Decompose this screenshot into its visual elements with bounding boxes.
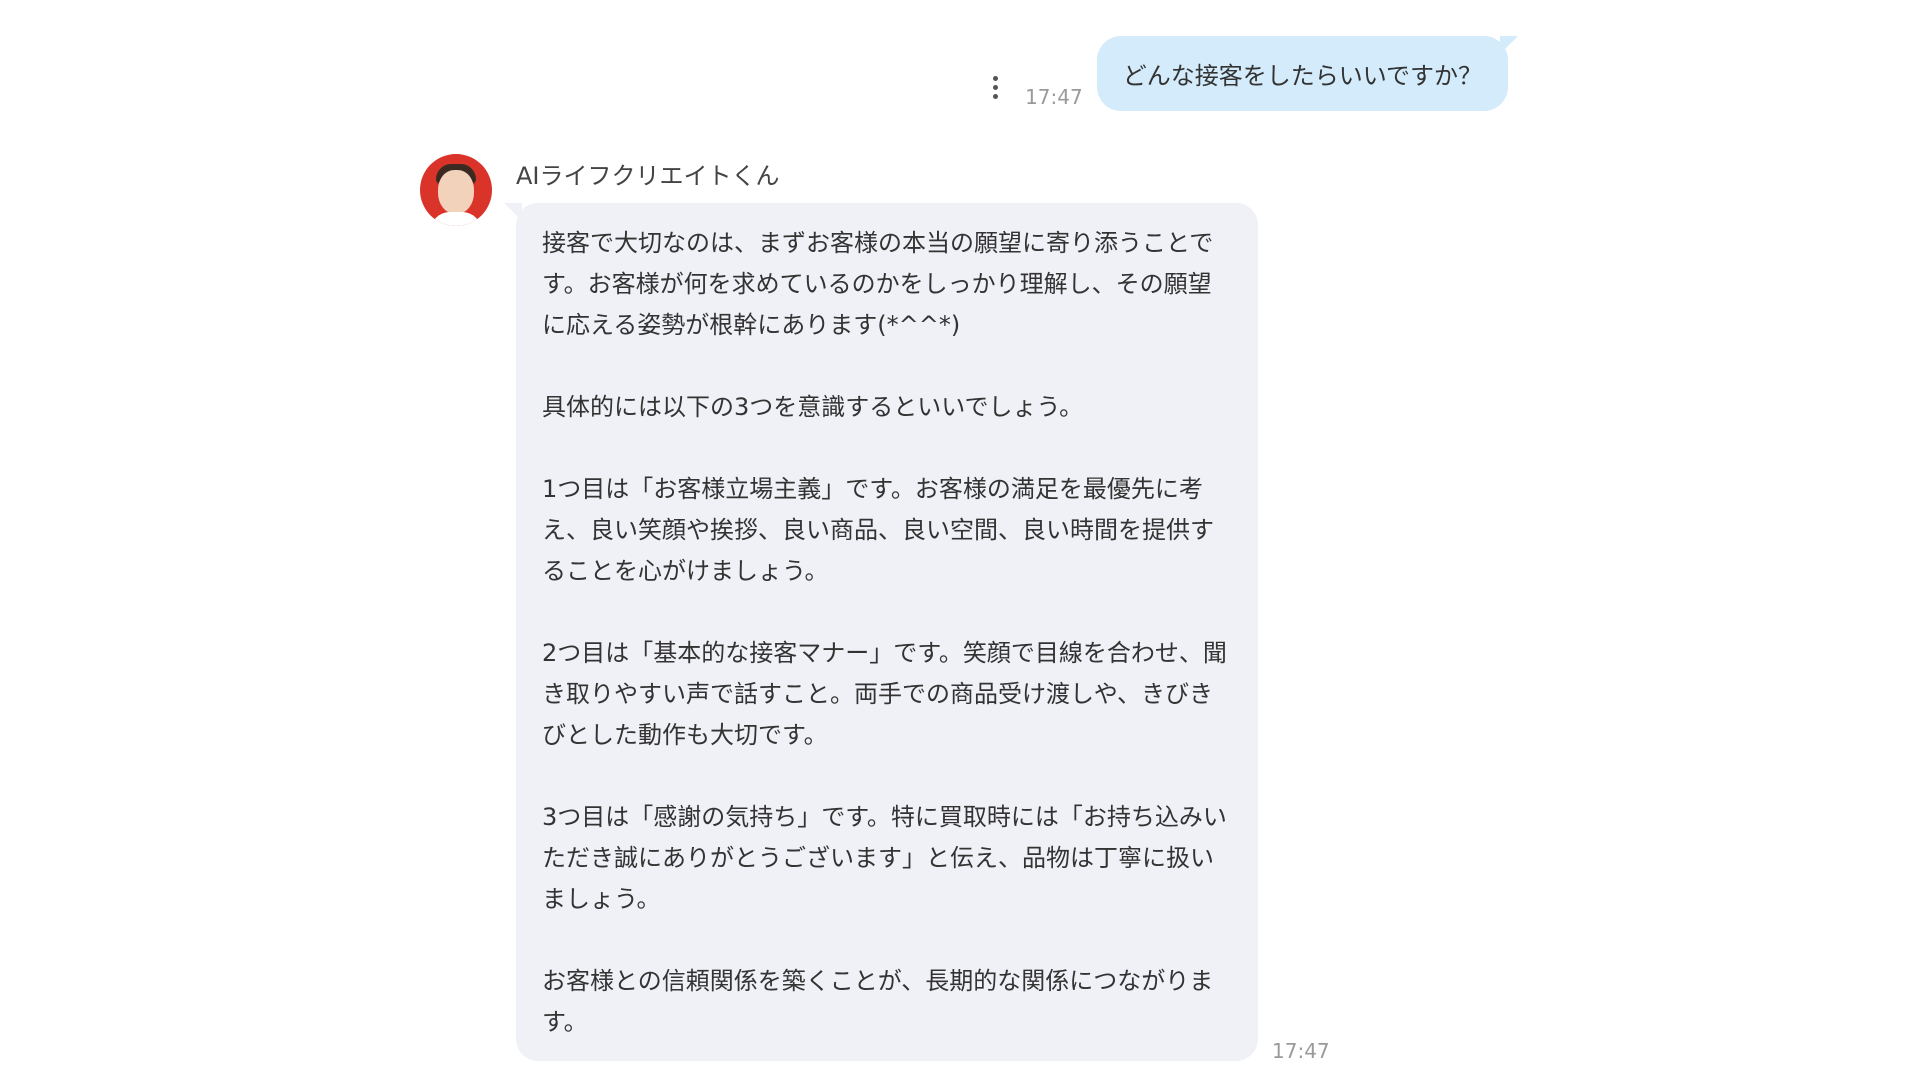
dot [992, 84, 998, 90]
chat-view: 17:47 どんな接客をしたらいいですか？ AIライフクリエイトくん 接客で大切… [0, 0, 1920, 1080]
incoming-message-row: AIライフクリエイトくん 接客で大切なのは、まずお客様の本当の願望に寄り添うこと… [420, 150, 1330, 1063]
outgoing-message-bubble[interactable]: どんな接客をしたらいいですか？ [1096, 36, 1519, 111]
message-paragraph: 1つ目は「お客様立場主義」です。お客様の満足を最優先に考え、良い笑顔や挨拶、良い… [542, 475, 1214, 585]
message-paragraph: 接客で大切なのは、まずお客様の本当の願望に寄り添うことです。お客様が何を求めてい… [542, 229, 1214, 339]
incoming-bubble-wrap: 接客で大切なのは、まずお客様の本当の願望に寄り添うことです。お客様が何を求めてい… [504, 203, 1330, 1063]
incoming-message-content: AIライフクリエイトくん 接客で大切なのは、まずお客様の本当の願望に寄り添うこと… [504, 150, 1330, 1063]
message-paragraph: 2つ目は「基本的な接客マナー」です。笑顔で目線を合わせ、聞き取りやすい声で話すこ… [542, 639, 1227, 749]
sender-avatar[interactable] [420, 154, 492, 226]
more-options-icon[interactable] [983, 67, 1007, 107]
message-paragraph: 3つ目は「感謝の気持ち」です。特に買取時には「お持ち込みいただき誠にありがとうご… [542, 803, 1227, 913]
message-paragraph: お客様との信頼関係を築くことが、長期的な関係につながります。 [542, 967, 1214, 1036]
avatar-shirt [430, 212, 482, 226]
outgoing-message-row: 17:47 どんな接客をしたらいいですか？ [983, 36, 1519, 111]
sender-name: AIライフクリエイトくん [516, 162, 780, 190]
dot [992, 93, 998, 99]
message-paragraph: 具体的には以下の3つを意識するといいでしょう。 [542, 393, 1084, 421]
incoming-timestamp: 17:47 [1272, 1039, 1330, 1063]
avatar-face [438, 170, 474, 214]
dot [992, 75, 998, 81]
outgoing-timestamp: 17:47 [1025, 85, 1083, 109]
incoming-message-bubble[interactable]: 接客で大切なのは、まずお客様の本当の願望に寄り添うことです。お客様が何を求めてい… [504, 203, 1258, 1061]
